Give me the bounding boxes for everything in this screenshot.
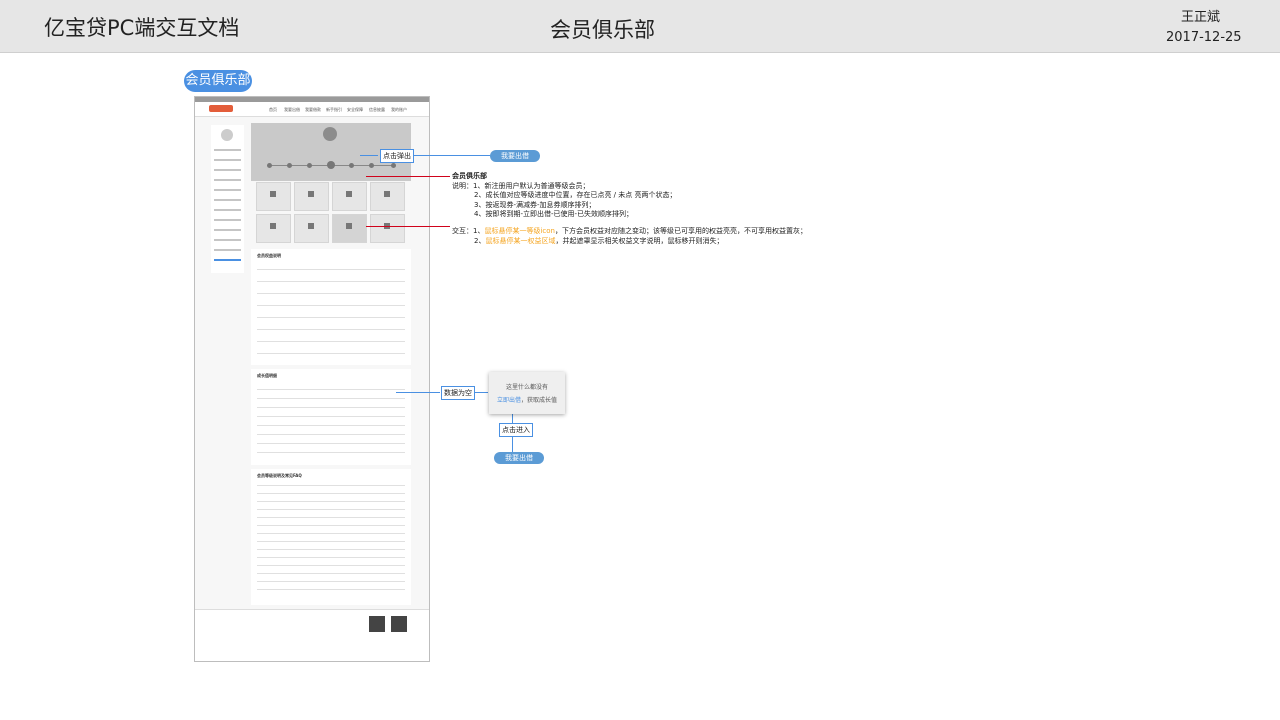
level-icon-current[interactable] — [327, 161, 335, 169]
invest-button[interactable]: 我要出借 — [490, 150, 540, 162]
growth-detail-title: 成长值明细 — [257, 373, 277, 378]
notes-heading: 会员俱乐部 — [452, 172, 487, 180]
nav-item[interactable]: 我要借款 — [305, 107, 321, 113]
rights-table-section: 会员权益说明 — [251, 249, 411, 365]
doc-title: 亿宝贷PC端交互文档 — [44, 16, 240, 40]
qr-code-icon — [369, 616, 385, 632]
right-cell[interactable] — [294, 182, 329, 211]
author-name: 王正斌 — [1181, 10, 1221, 25]
right-cell[interactable] — [256, 214, 291, 243]
member-rights-grid — [256, 182, 406, 244]
interact-num: 1、 — [473, 226, 485, 235]
right-cell[interactable] — [370, 182, 405, 211]
empty-data-tag: 数据为空 — [441, 386, 475, 400]
page-title: 会员俱乐部 — [550, 18, 655, 42]
empty-state-suffix: ，获取成长值 — [521, 397, 558, 404]
sidebar-item[interactable] — [214, 219, 241, 221]
section-tag: 会员俱乐部 — [184, 70, 252, 92]
interact-num: 2、 — [474, 236, 486, 245]
level-icon[interactable] — [391, 163, 396, 168]
click-enter-tag: 点击进入 — [499, 423, 533, 437]
desc-label: 说明： — [452, 181, 473, 190]
sidebar-item[interactable] — [214, 189, 241, 191]
nav-item[interactable]: 新手指引 — [326, 107, 342, 113]
sidebar-item[interactable] — [214, 179, 241, 181]
logo-icon — [209, 105, 233, 112]
level-icon[interactable] — [267, 163, 272, 168]
empty-state-card: 这里什么都没有 立即出借，获取成长值 — [489, 372, 565, 414]
interact-rest: ，下方会员权益对应随之变动；该等级已可享用的权益亮亮，不可享用权益置灰； — [554, 226, 807, 235]
desc-line: 2、成长值对应等级进度中位置，存在已点亮 / 未点 亮两个状态； — [474, 191, 677, 200]
right-cell[interactable] — [256, 182, 291, 211]
spec-notes: 会员俱乐部 说明：1、新注册用户默认为普通等级会员； 2、成长值对应等级进度中位… — [452, 172, 807, 246]
account-sidebar — [211, 125, 244, 273]
empty-state-title: 这里什么都没有 — [505, 384, 548, 391]
level-icon[interactable] — [287, 163, 292, 168]
faq-title: 会员等级说明及常见FAQ — [257, 473, 302, 478]
doc-date: 2017-12-25 — [1166, 30, 1242, 45]
nav-item[interactable]: 首页 — [269, 107, 277, 113]
right-icon — [346, 223, 352, 229]
faq-section: 会员等级说明及常见FAQ — [251, 469, 411, 605]
invest-now-link[interactable]: 立即出借 — [497, 397, 521, 404]
invest-button-empty[interactable]: 我要出借 — [494, 452, 544, 464]
right-cell[interactable] — [332, 182, 367, 211]
nav-item[interactable]: 信息披露 — [369, 107, 385, 113]
right-cell[interactable] — [370, 214, 405, 243]
sidebar-item[interactable] — [214, 159, 241, 161]
right-icon — [270, 223, 276, 229]
nav-item[interactable]: 我要出借 — [284, 107, 300, 113]
sidebar-item-member-club[interactable] — [214, 259, 241, 261]
desc-line: 1、新注册用户默认为普通等级会员； — [473, 181, 590, 190]
right-cell[interactable] — [294, 214, 329, 243]
right-icon — [308, 191, 314, 197]
doc-header: 亿宝贷PC端交互文档 会员俱乐部 王正斌 2017-12-25 — [0, 0, 1280, 53]
interact-rest: ，并起遮罩显示相关权益文字说明，鼠标移开则消失； — [555, 236, 724, 245]
rights-table-title: 会员权益说明 — [257, 253, 281, 258]
interact-label: 交互： — [452, 226, 473, 235]
desc-line: 3、按返现券-满减券-加息券顺序排列； — [474, 200, 596, 209]
level-icon[interactable] — [349, 163, 354, 168]
level-icon[interactable] — [307, 163, 312, 168]
member-avatar — [323, 127, 337, 141]
right-icon — [308, 223, 314, 229]
right-cell-hover[interactable] — [332, 214, 367, 243]
sidebar-item[interactable] — [214, 199, 241, 201]
wireframe-footer — [195, 609, 429, 661]
sidebar-item[interactable] — [214, 149, 241, 151]
wireframe-nav: 首页 我要出借 我要借款 新手指引 安全保障 信息披露 我的账户 — [195, 102, 429, 117]
right-icon — [384, 191, 390, 197]
popup-tag: 点击弹出 — [380, 149, 414, 163]
nav-item[interactable]: 我的账户 — [391, 107, 407, 113]
sidebar-item[interactable] — [214, 239, 241, 241]
growth-detail-section: 成长值明细 — [251, 369, 411, 465]
qr-code-icon — [391, 616, 407, 632]
nav-item[interactable]: 安全保障 — [347, 107, 363, 113]
interact-highlight: 鼠标悬停某一权益区域 — [485, 236, 556, 245]
sidebar-item[interactable] — [214, 209, 241, 211]
right-icon — [346, 191, 352, 197]
desc-line: 4、按即将到期-立即出借-已使用-已失效顺序排列； — [474, 210, 634, 219]
avatar — [221, 129, 233, 141]
sidebar-item[interactable] — [214, 249, 241, 251]
right-icon — [270, 191, 276, 197]
sidebar-item[interactable] — [214, 169, 241, 171]
sidebar-item[interactable] — [214, 229, 241, 231]
page-wireframe: 首页 我要出借 我要借款 新手指引 安全保障 信息披露 我的账户 会员权益说明 … — [194, 96, 430, 662]
level-icon[interactable] — [369, 163, 374, 168]
interact-highlight: 鼠标悬停某一等级icon — [484, 226, 555, 235]
